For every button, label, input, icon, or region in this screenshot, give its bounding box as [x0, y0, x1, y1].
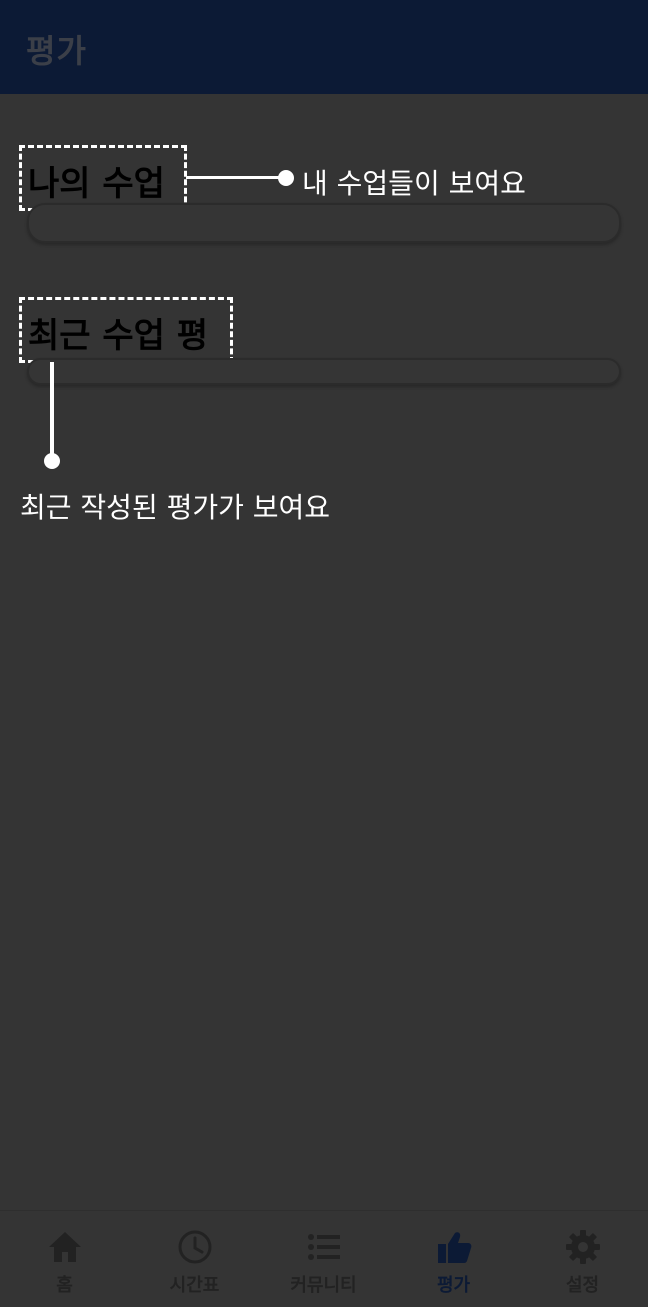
app-header: 평가	[0, 0, 648, 94]
recent-reviews-highlight	[19, 297, 233, 363]
nav-evaluation-label: 평가	[436, 1275, 471, 1296]
clock-icon	[178, 1230, 211, 1264]
home-icon	[48, 1232, 81, 1262]
my-classes-card[interactable]	[27, 203, 621, 243]
nav-settings[interactable]: 설정	[518, 1211, 647, 1307]
nav-home[interactable]: 홈	[0, 1211, 129, 1307]
recent-reviews-annotation: 최근 작성된 평가가 보여요	[20, 491, 331, 524]
list-icon	[307, 1234, 340, 1260]
nav-home-label: 홈	[56, 1275, 73, 1296]
nav-settings-label: 설정	[565, 1275, 600, 1296]
bottom-navigation: 홈 시간표 커뮤니티 평가 설정	[0, 1210, 648, 1307]
my-classes-highlight	[19, 145, 187, 211]
nav-evaluation[interactable]: 평가	[389, 1211, 518, 1307]
recent-reviews-connector-dot	[44, 453, 60, 469]
my-classes-connector-line	[186, 176, 286, 179]
thumbs-up-icon	[437, 1232, 471, 1263]
nav-community[interactable]: 커뮤니티	[259, 1211, 388, 1307]
page-title: 평가	[26, 32, 87, 70]
my-classes-annotation: 내 수업들이 보여요	[302, 167, 526, 200]
nav-community-label: 커뮤니티	[290, 1275, 357, 1296]
my-classes-connector-dot	[278, 170, 294, 186]
recent-reviews-card[interactable]	[27, 358, 621, 385]
gear-icon	[565, 1230, 600, 1264]
nav-timetable-label: 시간표	[169, 1275, 220, 1296]
recent-reviews-connector-line	[50, 362, 54, 456]
nav-timetable[interactable]: 시간표	[130, 1211, 259, 1307]
